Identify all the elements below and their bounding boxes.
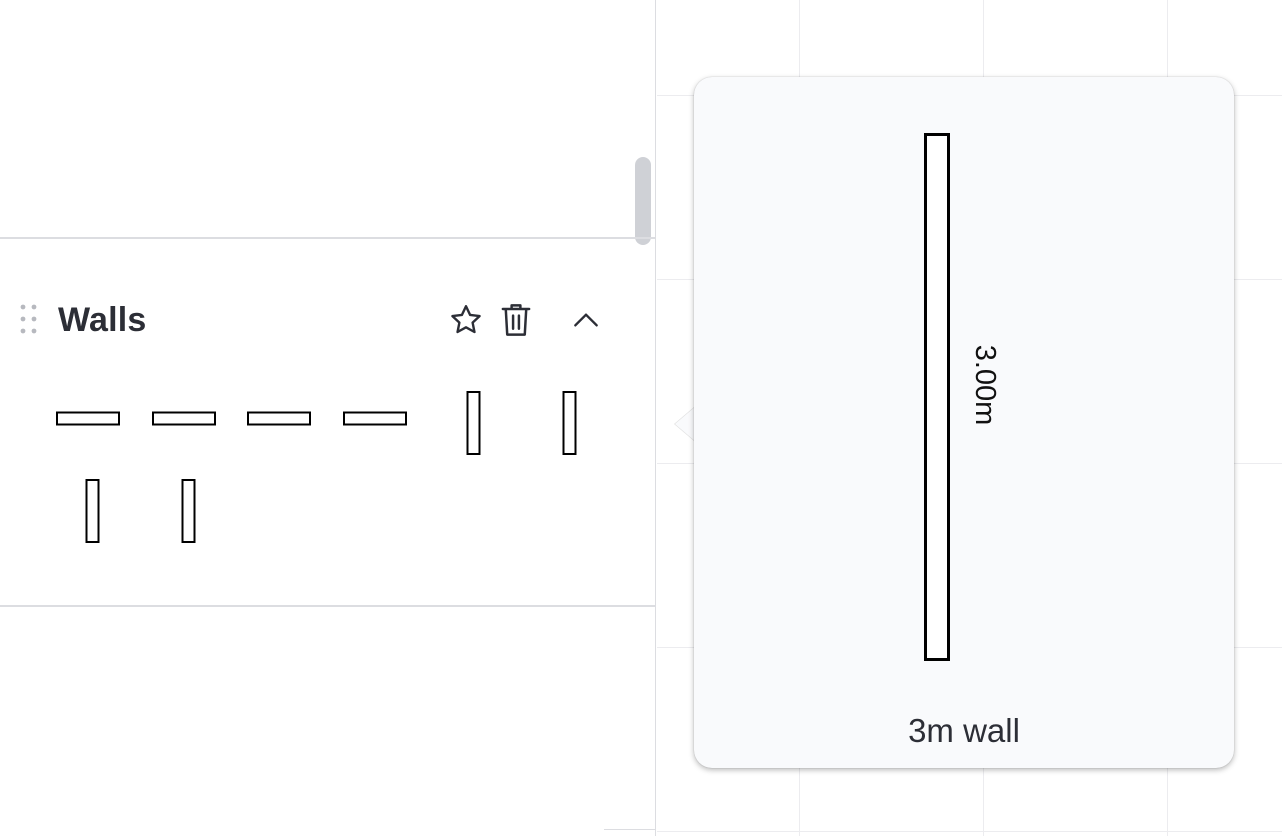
drag-handle-icon[interactable] xyxy=(18,303,40,337)
shape-library-panel: Walls xyxy=(0,0,656,836)
wall-shape-horizontal[interactable] xyxy=(56,411,120,426)
preview-dimension-label: 3.00m xyxy=(969,344,1001,426)
wall-shape-vertical[interactable] xyxy=(466,391,481,455)
wall-shape-horizontal[interactable] xyxy=(152,411,216,426)
star-icon xyxy=(451,305,481,334)
wall-shape-horizontal[interactable] xyxy=(343,411,407,426)
walls-section-header: Walls xyxy=(0,290,656,350)
section-title[interactable]: Walls xyxy=(58,300,147,340)
delete-button[interactable] xyxy=(494,298,538,342)
wall-shape-vertical[interactable] xyxy=(181,479,196,543)
trash-icon xyxy=(501,304,531,336)
section-divider-bottom xyxy=(0,605,656,607)
preview-wall-shape xyxy=(924,133,950,661)
app-root: Walls 3.00m 3m wall xyxy=(0,0,1282,836)
wall-shape-vertical[interactable] xyxy=(85,479,100,543)
chevron-up-icon xyxy=(574,313,598,327)
wall-shape-horizontal[interactable] xyxy=(247,411,311,426)
section-divider-top xyxy=(0,237,656,239)
wall-shape-vertical[interactable] xyxy=(562,391,577,455)
panel-bottom-divider xyxy=(604,829,656,830)
preview-caption: 3m wall xyxy=(908,712,1020,749)
popover-arrow xyxy=(675,407,695,441)
shape-preview-popover: 3.00m 3m wall xyxy=(694,77,1234,768)
scrollbar-thumb[interactable] xyxy=(635,157,651,245)
collapse-section-button[interactable] xyxy=(564,298,608,342)
favorite-button[interactable] xyxy=(444,298,488,342)
